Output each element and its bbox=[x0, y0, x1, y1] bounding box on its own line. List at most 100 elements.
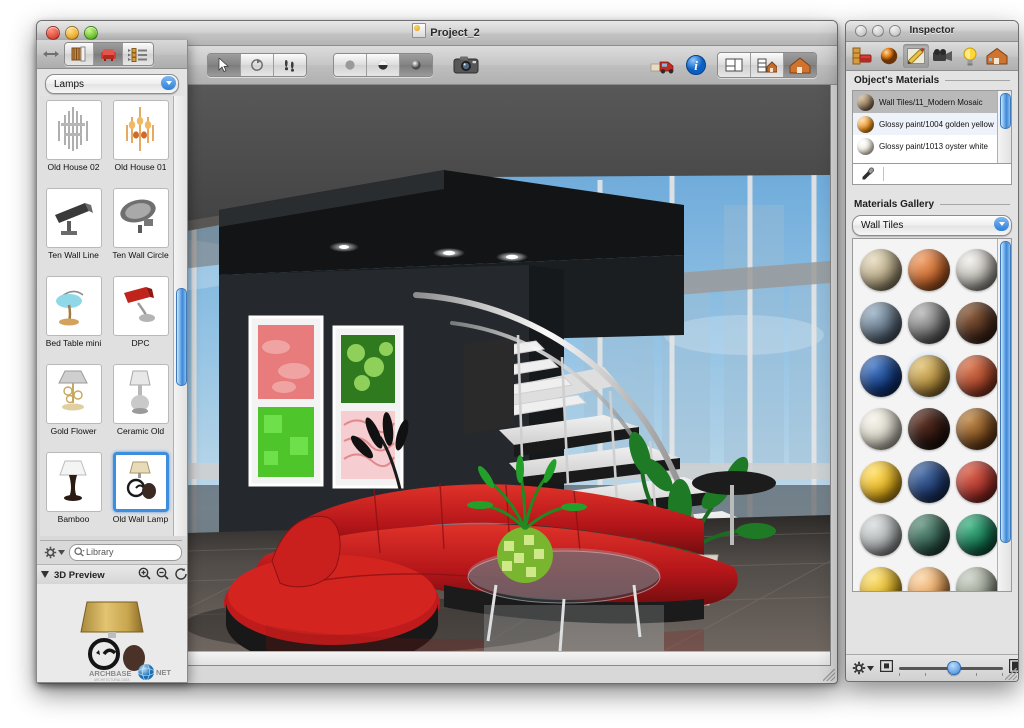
eyedropper-icon[interactable] bbox=[853, 167, 884, 181]
library-thumbnail[interactable] bbox=[112, 276, 169, 336]
material-swatch-cell[interactable] bbox=[857, 243, 905, 296]
house-view-button[interactable] bbox=[784, 53, 816, 77]
material-swatch[interactable] bbox=[908, 566, 950, 591]
close-button[interactable] bbox=[46, 26, 60, 40]
material-swatch-selected[interactable] bbox=[908, 354, 950, 397]
material-swatch-cell[interactable] bbox=[857, 402, 905, 455]
list-item[interactable]: Glossy paint/1013 oyster white bbox=[853, 135, 1011, 157]
category-popup[interactable]: Lamps bbox=[45, 74, 179, 94]
zoom-out-icon[interactable] bbox=[156, 567, 169, 583]
material-swatch-cell[interactable] bbox=[857, 455, 905, 508]
selection-tool-group[interactable] bbox=[207, 53, 307, 77]
flat-shading-button[interactable] bbox=[334, 54, 367, 76]
material-swatch-cell[interactable] bbox=[905, 402, 953, 455]
minimize-button[interactable] bbox=[872, 25, 884, 37]
material-swatch-cell[interactable] bbox=[953, 561, 1001, 591]
camera-button[interactable] bbox=[451, 54, 481, 76]
resize-icon[interactable] bbox=[41, 50, 61, 58]
material-swatch[interactable] bbox=[956, 354, 998, 397]
main-window-resize-grip[interactable] bbox=[823, 669, 835, 681]
material-swatch-cell[interactable] bbox=[905, 455, 953, 508]
list-item[interactable]: Bed Table mini bbox=[40, 272, 107, 360]
zoom-button[interactable] bbox=[889, 25, 901, 37]
library-view-group[interactable] bbox=[64, 42, 154, 66]
material-swatch-cell[interactable] bbox=[857, 349, 905, 402]
material-swatch-cell[interactable] bbox=[905, 243, 953, 296]
material-swatch-cell[interactable] bbox=[905, 561, 953, 591]
edit-tab[interactable] bbox=[903, 44, 929, 68]
material-swatch-cell[interactable] bbox=[953, 455, 1001, 508]
library-scroll-thumb[interactable] bbox=[176, 288, 187, 386]
list-button[interactable] bbox=[123, 43, 153, 65]
zoom-button[interactable] bbox=[84, 26, 98, 40]
minimize-button[interactable] bbox=[65, 26, 79, 40]
material-swatch-cell[interactable] bbox=[953, 402, 1001, 455]
split-house-view-button[interactable] bbox=[751, 53, 784, 77]
material-swatch[interactable] bbox=[860, 566, 902, 591]
material-swatch[interactable] bbox=[956, 407, 998, 450]
inspector-window-controls[interactable] bbox=[855, 25, 901, 37]
window-controls[interactable] bbox=[46, 26, 98, 40]
preview-pane[interactable]: ARCHBASE NET ARCHITECTURAL DATA bbox=[37, 584, 187, 682]
furniture-button[interactable] bbox=[94, 43, 123, 65]
inspector-title-bar[interactable]: Inspector bbox=[846, 21, 1018, 42]
material-swatch[interactable] bbox=[860, 301, 902, 344]
list-item[interactable]: DPC bbox=[107, 272, 174, 360]
disclosure-triangle-icon[interactable] bbox=[41, 570, 49, 581]
close-button[interactable] bbox=[855, 25, 867, 37]
list-item[interactable]: Old House 01 bbox=[107, 96, 174, 184]
library-thumbnail[interactable] bbox=[45, 452, 102, 512]
rotate-icon[interactable] bbox=[174, 567, 187, 583]
walk-tool[interactable] bbox=[274, 54, 306, 76]
lights-tab[interactable] bbox=[957, 44, 983, 68]
plan-view-button[interactable] bbox=[718, 53, 751, 77]
list-item[interactable]: Wall Tiles/11_Modern Mosaic bbox=[853, 91, 1011, 113]
zoom-in-icon[interactable] bbox=[138, 567, 151, 583]
material-swatch-cell[interactable] bbox=[905, 508, 953, 561]
material-swatch-cell[interactable] bbox=[905, 296, 953, 349]
material-swatch-cell[interactable] bbox=[953, 243, 1001, 296]
render-mode-group[interactable] bbox=[333, 53, 433, 77]
material-swatch-cell[interactable] bbox=[953, 296, 1001, 349]
material-swatch[interactable] bbox=[908, 513, 950, 556]
objects-materials-list[interactable]: Wall Tiles/11_Modern Mosaic Glossy paint… bbox=[852, 90, 1012, 164]
arrow-select-tool[interactable] bbox=[208, 54, 241, 76]
library-thumbnail[interactable] bbox=[112, 364, 169, 424]
objects-tab[interactable] bbox=[849, 44, 875, 68]
info-button[interactable]: i bbox=[683, 54, 709, 76]
gear-icon[interactable] bbox=[852, 661, 874, 675]
material-swatch[interactable] bbox=[956, 513, 998, 556]
rotate-tool[interactable] bbox=[241, 54, 274, 76]
material-swatch-cell[interactable] bbox=[857, 561, 905, 591]
materials-list-scroll-thumb[interactable] bbox=[1000, 93, 1011, 129]
material-swatch[interactable] bbox=[860, 513, 902, 556]
library-item-grid[interactable]: Old House 02 Old House 01 Ten Wall Line … bbox=[40, 96, 174, 536]
list-item[interactable]: Gold Flower bbox=[40, 360, 107, 448]
render-truck-button[interactable] bbox=[649, 54, 677, 76]
list-item[interactable]: Ten Wall Line bbox=[40, 184, 107, 272]
chevron-down-icon[interactable] bbox=[161, 76, 176, 90]
eyedropper-row[interactable] bbox=[852, 164, 1012, 185]
material-swatch[interactable] bbox=[908, 460, 950, 503]
library-thumbnail[interactable] bbox=[112, 452, 169, 512]
library-vertical-scrollbar[interactable] bbox=[173, 96, 187, 536]
material-swatch[interactable] bbox=[956, 566, 998, 591]
list-item[interactable]: Glossy paint/1004 golden yellow bbox=[853, 113, 1011, 135]
view-mode-group[interactable] bbox=[717, 52, 817, 78]
inspector-resize-grip[interactable] bbox=[1005, 668, 1017, 680]
gallery-scroll-thumb[interactable] bbox=[1000, 241, 1011, 543]
camera-tab[interactable] bbox=[930, 44, 956, 68]
material-swatch[interactable] bbox=[860, 407, 902, 450]
materials-tab[interactable] bbox=[876, 44, 902, 68]
chevron-down-icon[interactable] bbox=[994, 217, 1009, 231]
material-swatch[interactable] bbox=[956, 301, 998, 344]
material-swatch[interactable] bbox=[908, 301, 950, 344]
material-swatch[interactable] bbox=[956, 460, 998, 503]
material-swatch[interactable] bbox=[860, 248, 902, 291]
library-thumbnail[interactable] bbox=[45, 364, 102, 424]
library-thumbnail[interactable] bbox=[45, 100, 102, 160]
list-item[interactable]: Ten Wall Circle bbox=[107, 184, 174, 272]
library-thumbnail[interactable] bbox=[45, 188, 102, 248]
list-item[interactable]: Old Wall Lamp bbox=[107, 448, 174, 536]
thumbnail-size-slider[interactable] bbox=[899, 661, 1003, 676]
